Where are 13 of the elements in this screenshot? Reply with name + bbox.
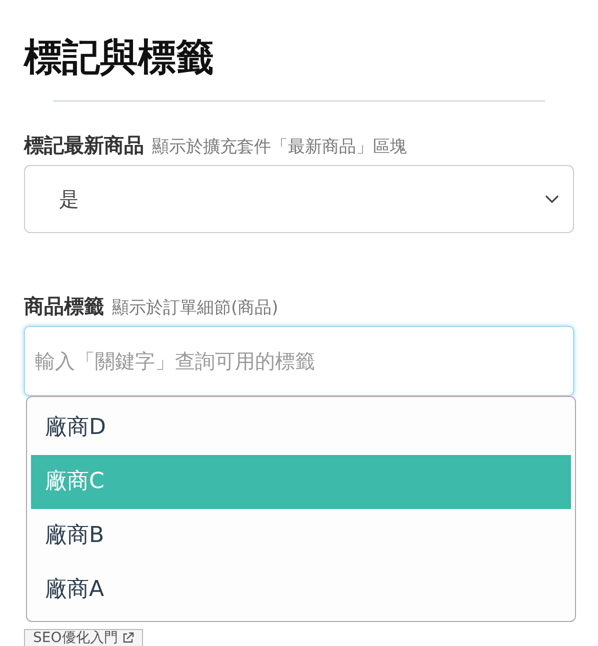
tag-search-field[interactable]: 輸入「關鍵字」查詢可用的標籤 bbox=[24, 326, 574, 396]
suggestion-item[interactable]: 廠商D bbox=[31, 401, 571, 455]
article-link[interactable]: SEO優化入門 bbox=[24, 629, 143, 646]
suggestion-item[interactable]: 廠商B bbox=[31, 509, 571, 563]
field-hint: 顯示於擴充套件「最新商品」區塊 bbox=[152, 136, 407, 158]
chevron-down-icon bbox=[545, 195, 559, 203]
dropdown-select[interactable]: 是 bbox=[24, 165, 574, 233]
suggestion-item[interactable]: 廠商A bbox=[31, 563, 571, 617]
external-link-icon bbox=[122, 632, 134, 644]
page-title: 標記與標籤 bbox=[24, 34, 215, 80]
field-hint: 顯示於訂單細節(商品) bbox=[112, 297, 278, 319]
field-label: 商品標籤 bbox=[24, 293, 104, 320]
field-label: 標記最新商品 bbox=[24, 132, 144, 159]
